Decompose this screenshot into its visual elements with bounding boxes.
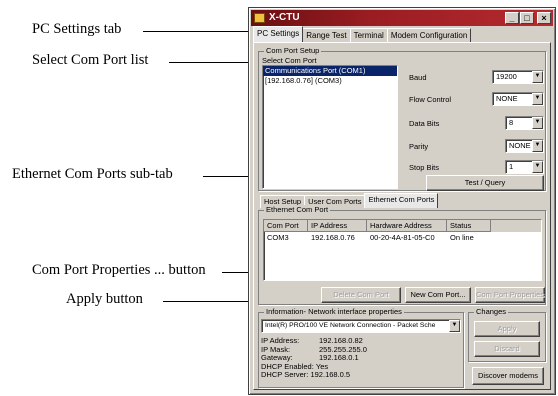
chevron-down-icon[interactable]: ▼ (532, 117, 543, 129)
com-port-properties-button[interactable]: Com Port Properties (475, 287, 545, 303)
column-header[interactable]: Status (447, 220, 491, 232)
table-header: Com Port IP Address Hardware Address Sta… (264, 220, 541, 232)
table-row[interactable]: COM3 192.168.0.76 00-20-4A-81-05-C0 On l… (264, 232, 541, 243)
title-bar[interactable]: X-CTU _ □ × (251, 10, 553, 26)
network-info-list: IP Address: 192.168.0.82 IP Mask: 255.255.… (261, 336, 367, 380)
com-port-setup-label: Com Port Setup (264, 46, 322, 55)
network-interface-group: Information- Network interface propertie… (258, 307, 464, 388)
test-query-button[interactable]: Test / Query (426, 175, 544, 191)
stop-bits-label: Stop Bits (409, 163, 440, 172)
discard-button[interactable]: Discard (474, 341, 540, 357)
stop-bits-value: 1 (509, 162, 514, 171)
data-bits-select[interactable]: 8 ▼ (505, 116, 544, 130)
minimize-icon[interactable]: _ (505, 12, 519, 24)
com-port-list[interactable]: Communications Port (COM1) [192.168.0.76… (262, 65, 398, 189)
ethernet-com-port-group: Ethernet Com Port Com Port IP Address Ha… (258, 205, 546, 305)
chevron-down-icon[interactable]: ▼ (532, 93, 543, 105)
discover-modems-button[interactable]: Discover modems (472, 367, 544, 385)
stop-bits-select[interactable]: 1 ▼ (505, 160, 544, 174)
table-cell: 192.168.0.76 (311, 233, 355, 242)
table-cell: 00-20-4A-81-05-C0 (370, 233, 435, 242)
chevron-down-icon[interactable]: ▼ (532, 140, 543, 152)
column-header[interactable]: IP Address (308, 220, 367, 232)
baud-select[interactable]: 19200 ▼ (492, 70, 544, 84)
pc-settings-panel: Com Port Setup Select Com Port Communica… (253, 42, 551, 390)
app-icon (254, 13, 265, 23)
main-tabs: PC Settings Range Test Terminal Modem Co… (253, 26, 472, 42)
tab-ethernet-com-ports[interactable]: Ethernet Com Ports (364, 193, 439, 208)
flow-control-label: Flow Control (409, 95, 452, 104)
network-adapter-value: Intel(R) PRO/100 VE Network Connection -… (265, 322, 436, 329)
network-interface-label: Information- Network interface propertie… (264, 307, 404, 316)
data-bits-value: 8 (509, 118, 514, 127)
list-item[interactable]: [192.168.0.76] (COM3) (263, 76, 397, 86)
list-item[interactable]: Communications Port (COM1) (263, 66, 397, 76)
select-com-port-label: Select Com Port (262, 56, 317, 65)
com-port-setup-group: Com Port Setup Select Com Port Communica… (258, 46, 546, 191)
changes-label: Changes (474, 307, 509, 316)
new-com-port-button[interactable]: New Com Port... (405, 287, 471, 303)
baud-value: 19200 (496, 72, 517, 81)
flow-control-select[interactable]: NONE ▼ (492, 92, 544, 106)
tab-modem-configuration[interactable]: Modem Configuration (386, 28, 472, 42)
tab-terminal[interactable]: Terminal (349, 28, 388, 42)
parity-label: Parity (409, 142, 429, 151)
callout-select-com-port-list: Select Com Port list (32, 52, 149, 68)
network-adapter-select[interactable]: Intel(R) PRO/100 VE Network Connection -… (261, 319, 461, 333)
chevron-down-icon[interactable]: ▼ (449, 320, 460, 332)
column-header[interactable]: Hardware Address (367, 220, 447, 232)
table-cell: On line (450, 233, 474, 242)
ethernet-port-table[interactable]: Com Port IP Address Hardware Address Sta… (263, 219, 542, 281)
chevron-down-icon[interactable]: ▼ (532, 71, 543, 83)
apply-button[interactable]: Apply (474, 321, 540, 337)
xctu-window: X-CTU _ □ × PC Settings Range Test Termi… (248, 7, 556, 395)
callout-apply-button: Apply button (66, 291, 143, 307)
close-icon[interactable]: × (537, 12, 551, 24)
column-header[interactable]: Com Port (264, 220, 308, 232)
callout-com-port-properties-button: Com Port Properties ... button (32, 262, 206, 278)
baud-label: Baud (409, 73, 427, 82)
callout-pc-settings-tab: PC Settings tab (32, 21, 122, 37)
tab-pc-settings[interactable]: PC Settings (253, 26, 304, 42)
parity-value: NONE (509, 141, 531, 150)
callout-ethernet-com-ports-subtab: Ethernet Com Ports sub-tab (12, 166, 173, 182)
data-bits-label: Data Bits (409, 119, 440, 128)
table-cell: COM3 (267, 233, 289, 242)
maximize-icon[interactable]: □ (520, 12, 534, 24)
leader-line (143, 31, 251, 32)
parity-select[interactable]: NONE ▼ (505, 139, 544, 153)
changes-group: Changes Apply Discard (468, 307, 546, 362)
window-title: X-CTU (269, 12, 300, 23)
chevron-down-icon[interactable]: ▼ (532, 161, 543, 173)
flow-control-value: NONE (496, 94, 518, 103)
ethernet-com-port-label: Ethernet Com Port (264, 205, 331, 214)
leader-line (169, 62, 251, 63)
info-row: DHCP Server: 192.168.0.5 (261, 370, 351, 379)
tab-range-test[interactable]: Range Test (302, 28, 351, 42)
delete-com-port-button[interactable]: Delete Com Port (321, 287, 401, 303)
